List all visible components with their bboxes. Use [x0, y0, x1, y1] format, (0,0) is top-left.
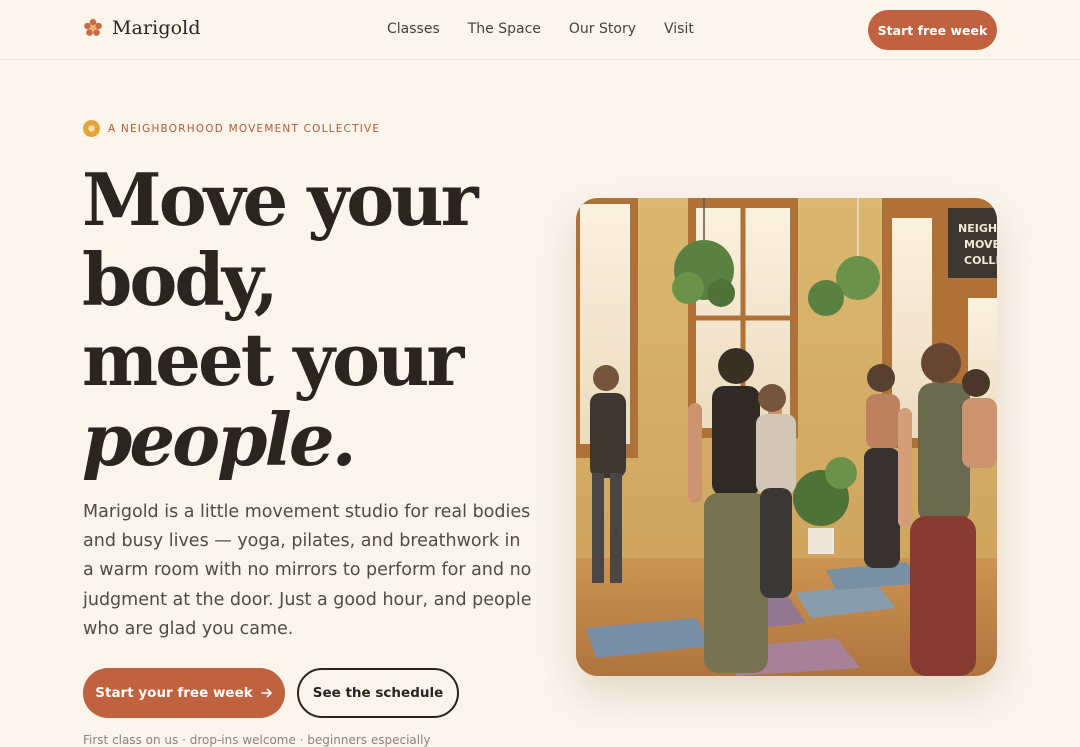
hero-description: Marigold is a little movement studio for… [83, 502, 532, 639]
hero-footnote: First class on us · drop-ins welcome · b… [83, 733, 431, 747]
nav-link-our-story[interactable]: Our Story [569, 21, 636, 37]
headline-line-2: body, [82, 237, 279, 322]
flower-icon [84, 18, 102, 36]
nav-link-classes[interactable]: Classes [387, 21, 440, 37]
brand-name: Marigold [112, 17, 201, 39]
headline-line-1: Move your [82, 157, 479, 242]
nav-links: Classes The Space Our Story Visit [387, 21, 722, 37]
primary-cta-label: Start your free week [95, 685, 253, 701]
eyebrow: A NEIGHBORHOOD MOVEMENT COLLECTIVE [83, 120, 380, 137]
nav-link-visit[interactable]: Visit [664, 21, 694, 37]
brand[interactable]: Marigold [83, 17, 201, 39]
arrow-right-icon [260, 688, 272, 698]
eyebrow-text: A NEIGHBORHOOD MOVEMENT COLLECTIVE [108, 122, 381, 135]
studio-photo: NEIGHB MOVE COLLE [576, 198, 997, 676]
see-the-schedule-button[interactable]: See the schedule [297, 668, 459, 718]
start-your-free-week-button[interactable]: Start your free week [83, 668, 285, 718]
headline-line-4: people. [82, 397, 357, 482]
hero-headline: Move your body, meet your people. [82, 160, 562, 480]
headline-line-3: meet your [82, 317, 464, 402]
sun-dot-icon [83, 120, 100, 137]
top-nav: Marigold Classes The Space Our Story Vis… [0, 0, 1080, 60]
nav-link-the-space[interactable]: The Space [468, 21, 541, 37]
start-free-week-button[interactable]: Start free week [868, 10, 997, 50]
studio-photo-illustration: NEIGHB MOVE COLLE [576, 198, 997, 676]
